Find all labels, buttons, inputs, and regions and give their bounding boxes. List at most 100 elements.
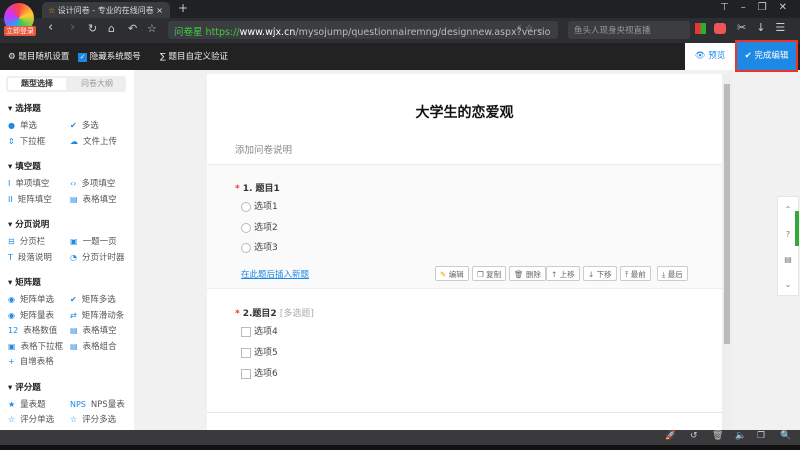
hide-numbers-checkbox[interactable]: ✓ 隐藏系统题号: [78, 50, 141, 62]
window-controls[interactable]: ⊤–❐✕: [720, 2, 799, 13]
insert-question-link[interactable]: 在此题后插入新题: [241, 268, 309, 280]
move-down-button[interactable]: ↓ 下移: [583, 266, 617, 281]
feedback-icon[interactable]: ▤: [778, 247, 798, 272]
sidebar-group-title[interactable]: ▾ 矩阵题: [8, 276, 41, 288]
new-tab-button[interactable]: +: [178, 1, 188, 15]
question-type-icon: 12: [8, 326, 19, 335]
finish-editing-button[interactable]: ✔ 完成编辑: [735, 40, 798, 72]
sidebar-item-label: NPS量表: [90, 399, 125, 410]
sidebar-item[interactable]: ☆ 评分单选: [8, 413, 54, 425]
survey-description[interactable]: 添加问卷说明: [235, 142, 292, 156]
sidebar-group-title[interactable]: ▾ 评分题: [8, 381, 41, 393]
copy-button[interactable]: ❐ 复制: [472, 266, 507, 281]
edit-button[interactable]: ✎ 编辑: [435, 266, 469, 281]
browser-menu-icons[interactable]: ✂↓☰: [737, 21, 795, 34]
radio-option[interactable]: 选项3: [241, 240, 278, 253]
apps-icon[interactable]: [695, 23, 706, 34]
sidebar-item-label: 矩阵滑动条: [81, 310, 125, 321]
sidebar-item-label: 矩阵多选: [81, 295, 116, 305]
sidebar-item-label: 表格数值: [23, 326, 58, 336]
home-icon[interactable]: ⌂: [108, 22, 115, 35]
sidebar-item[interactable]: ◔ 分页计时器: [70, 251, 125, 263]
move-up-button[interactable]: ↑ 上移: [546, 266, 580, 281]
game-icon[interactable]: [714, 23, 726, 34]
radio-option[interactable]: 选项1: [241, 199, 278, 212]
preview-button[interactable]: 👁 预览: [685, 43, 735, 70]
sidebar-item[interactable]: ◉ 矩阵单选: [8, 293, 54, 305]
sidebar-item[interactable]: ⇄ 矩阵滑动条: [70, 309, 124, 321]
delete-button[interactable]: 🗑 删除: [509, 266, 546, 281]
url-actions-icon[interactable]: ⚡ ☆ ⌄: [516, 24, 544, 34]
sidebar-item[interactable]: ▤ 表格组合: [70, 340, 117, 352]
question-type-icon: ▣: [8, 341, 16, 351]
back-icon[interactable]: ‹: [48, 20, 53, 35]
sidebar-group-title[interactable]: ▾ 分页说明: [8, 218, 49, 230]
browser-tab[interactable]: ☆ 设计问卷 - 专业的在线问卷 ×: [42, 2, 170, 18]
sidebar-item[interactable]: ⇕ 下拉框: [8, 135, 45, 147]
sidebar-item-label: 单选: [19, 121, 37, 131]
trash-icon[interactable]: 🗑: [712, 431, 723, 441]
sidebar-group-title[interactable]: ▾ 填空题: [8, 160, 41, 172]
sound-icon[interactable]: 🔈: [735, 431, 746, 441]
sidebar-item[interactable]: ▤ 表格填空: [70, 193, 117, 205]
sidebar-item[interactable]: 12 表格数值: [8, 324, 57, 336]
bookmark-star-icon[interactable]: ☆: [147, 22, 157, 35]
sidebar-item-label: 单项填空: [15, 179, 50, 189]
sidebar-item[interactable]: I 单项填空: [8, 177, 49, 189]
random-settings-button[interactable]: ⚙ 题目随机设置: [8, 50, 69, 62]
sidebar-item[interactable]: ‹› 多项填空: [70, 177, 115, 189]
sidebar-item[interactable]: ◉ 矩阵量表: [8, 309, 54, 321]
question-type-icon: ◉: [8, 310, 15, 320]
browser-status-bar: 🚀 ↺ 🗑 🔈 ❐ 🔍: [0, 430, 800, 445]
question-1[interactable]: * 1. 题目1 选项1 选项2 选项3 在此题后插入新题 ✎ 编辑 ❐ 复制 🗑…: [207, 164, 722, 289]
restore-icon[interactable]: ↺: [690, 431, 698, 441]
sidebar-item[interactable]: II 矩阵填空: [8, 193, 52, 205]
star-icon: ☆: [48, 6, 58, 15]
login-badge[interactable]: 立即登录: [4, 26, 36, 36]
reload-icon[interactable]: ↻: [88, 22, 97, 35]
sidebar-item[interactable]: ☁ 文件上传: [70, 135, 117, 147]
sidebar-item[interactable]: + 自增表格: [8, 355, 54, 367]
move-top-button[interactable]: ⤒ 最前: [620, 266, 651, 281]
question-type-icon: +: [8, 357, 15, 366]
question-type-icon: ◔: [70, 252, 77, 262]
sidebar-item[interactable]: ✔ 矩阵多选: [70, 293, 116, 305]
sidebar-item-label: 量表题: [20, 399, 46, 410]
sidebar-item[interactable]: ● 单选: [8, 119, 37, 131]
undo-icon[interactable]: ↶: [128, 22, 137, 35]
url-input[interactable]: 问卷星 https://www.wjx.cn/mysojump/question…: [168, 21, 558, 39]
scrollbar-thumb[interactable]: [724, 84, 730, 344]
question-type-icon: ⇄: [70, 310, 77, 320]
browser-search-input[interactable]: 鱼头人现身央视直播: [568, 21, 690, 39]
sidebar-item-label: 评分多选: [82, 415, 117, 425]
survey-title[interactable]: 大学生的恋爱观: [207, 102, 722, 122]
tab-question-types[interactable]: 题型选择: [8, 78, 66, 90]
checkbox-option[interactable]: 选项4: [241, 324, 278, 337]
zoom-icon[interactable]: 🔍: [780, 431, 791, 441]
sidebar-item[interactable]: ▣ 一题一页: [70, 235, 117, 247]
custom-validation-button[interactable]: ∑ 题目自定义验证: [160, 50, 228, 62]
sidebar-item[interactable]: T 段落说明: [8, 251, 52, 263]
sidebar-item[interactable]: ▣ 表格下拉框: [8, 340, 63, 352]
sidebar-item-label: 矩阵填空: [17, 194, 52, 205]
rocket-icon[interactable]: 🚀: [665, 431, 676, 441]
radio-option[interactable]: 选项2: [241, 220, 278, 233]
sidebar-item[interactable]: ☆ 评分多选: [70, 413, 116, 425]
tab-outline[interactable]: 问卷大纲: [68, 78, 126, 90]
sidebar-item[interactable]: ▤ 表格填空: [70, 324, 117, 336]
sidebar-item-label: 分页计时器: [81, 252, 125, 263]
sidebar-item[interactable]: ★ 量表题: [8, 398, 46, 410]
window-icon[interactable]: ❐: [757, 431, 765, 441]
scroll-down-icon[interactable]: ⌄: [778, 272, 798, 297]
checkbox-option[interactable]: 选项6: [241, 366, 278, 379]
checkbox-option[interactable]: 选项5: [241, 345, 278, 358]
sidebar-item[interactable]: ⊟ 分页栏: [8, 235, 45, 247]
sidebar-item[interactable]: NPS NPS量表: [70, 398, 125, 410]
sidebar-group-title[interactable]: ▾ 选择题: [8, 102, 41, 114]
forward-icon[interactable]: ›: [70, 20, 75, 35]
sidebar-item[interactable]: ✔ 多选: [70, 119, 99, 131]
sidebar-tabs: 题型选择 问卷大纲: [6, 76, 126, 92]
sidebar-item-label: 表格组合: [82, 341, 117, 352]
divider: [207, 412, 722, 413]
move-bottom-button[interactable]: ⤓ 最后: [657, 266, 688, 281]
